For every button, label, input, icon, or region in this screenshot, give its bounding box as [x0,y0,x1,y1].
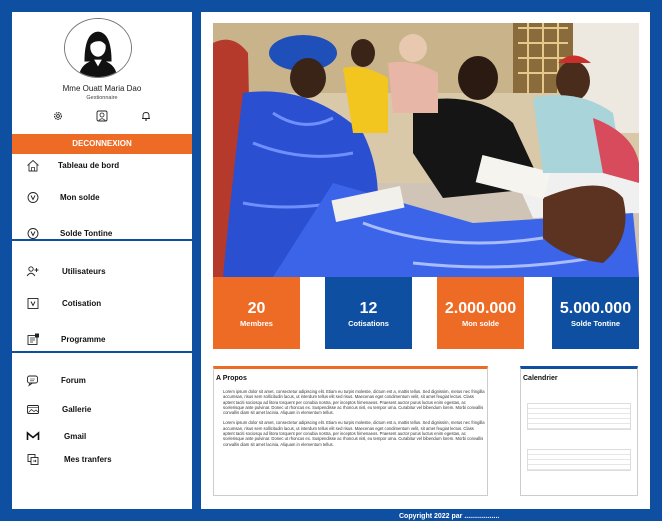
stat-value: 5.000.000 [559,300,632,317]
user-role: Gestionnaire [86,95,118,101]
about-text: Lorem ipsum dolor sit amet, consectetur … [223,389,485,447]
stat-card-solde-tontine[interactable]: 5.000.000 Solde Tontine [552,277,639,349]
calendar-card: Calendrier [520,366,638,496]
nav-item-programme[interactable]: Programme [12,328,192,350]
main-content: 20 Membres 12 Cotisations 2.000.000 Mon … [201,12,650,509]
calendar-grid[interactable] [527,449,631,471]
calendar-grid[interactable] [527,403,631,430]
gear-icon[interactable] [50,108,66,124]
nav-divider [12,351,192,353]
image-icon [24,402,42,416]
nav-item-gallerie[interactable]: Gallerie [12,398,192,420]
stat-label: Mon solde [461,319,500,328]
about-card: A Propos Lorem ipsum dolor sit amet, con… [213,366,488,496]
stat-value: 20 [247,300,266,317]
nav-label-solde-tontine: Solde Tontine [60,228,113,238]
nav-item-utilisateurs[interactable]: Utilisateurs [12,260,192,282]
bell-icon[interactable] [138,108,154,124]
stat-card-mon-solde[interactable]: 2.000.000 Mon solde [437,277,524,349]
quick-actions [50,108,154,124]
calendar-icon [24,332,42,346]
wallet-icon [24,296,42,310]
nav-item-mon-solde[interactable]: Mon solde [12,186,192,208]
profile-icon[interactable] [94,108,110,124]
nav-label-programme: Programme [61,334,106,344]
nav-label-mon-solde: Mon solde [60,192,100,202]
nav-label-forum: Forum [61,375,86,385]
add-user-icon [24,264,42,278]
nav-item-cotisation[interactable]: Cotisation [12,292,192,314]
nav-label-gmail: Gmail [64,431,87,441]
stat-value: 12 [359,300,378,317]
nav-divider [12,239,192,241]
sidebar: Mme Ouatt Maria Dao Gestionnaire DECONNE… [12,12,192,509]
about-paragraph: Lorem ipsum dolor sit amet, consectetur … [223,389,485,416]
nav-label-cotisation: Cotisation [62,298,102,308]
user-name: Mme Ouatt Maria Dao [62,84,142,93]
nav-item-gmail[interactable]: Gmail [12,425,192,447]
hero-photo [213,23,639,277]
nav-label-gallerie: Gallerie [62,404,92,414]
home-icon [24,158,42,172]
nav-label-dashboard: Tableau de bord [58,160,120,170]
chat-icon [24,373,42,387]
stat-card-membres[interactable]: 20 Membres [213,277,300,349]
user-avatar-icon [65,19,131,77]
about-title: A Propos [216,375,247,382]
nav-label-utilisateurs: Utilisateurs [62,266,106,276]
nav-item-forum[interactable]: Forum [12,369,192,391]
transfer-icon [24,452,42,466]
nav-label-mes-tranfers: Mes tranfers [64,454,112,464]
stat-value: 2.000.000 [444,300,517,317]
stat-label: Membres [240,319,273,328]
stat-label: Solde Tontine [570,319,621,328]
avatar[interactable] [64,18,132,78]
stat-card-cotisations[interactable]: 12 Cotisations [325,277,412,349]
coin-icon [24,226,42,240]
logout-button[interactable]: DECONNEXION [12,134,192,154]
nav-item-dashboard[interactable]: Tableau de bord [12,154,192,176]
nav-item-mes-tranfers[interactable]: Mes tranfers [12,448,192,470]
stat-label: Cotisations [348,319,389,328]
footer-copyright: Copyright 2022 par .................. [399,513,500,520]
about-paragraph: Lorem ipsum dolor sit amet, consectetur … [223,420,485,447]
mail-icon [24,429,42,443]
coin-icon [24,190,42,204]
calendar-title: Calendrier [523,375,558,382]
